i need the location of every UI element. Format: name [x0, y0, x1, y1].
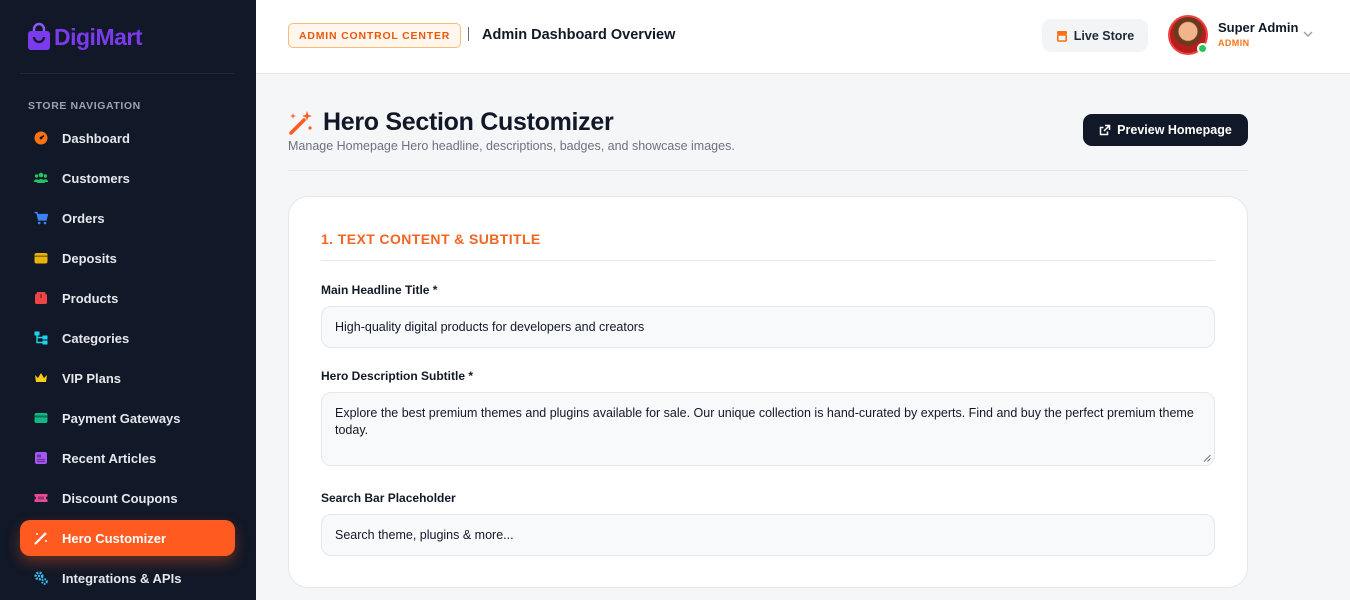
external-link-icon [1099, 124, 1111, 136]
headline-input[interactable]: High-quality digital products for develo… [321, 306, 1215, 348]
search-placeholder-input[interactable]: Search theme, plugins & more... [321, 514, 1215, 556]
sidebar-item-customers[interactable]: Customers [20, 160, 235, 196]
headline-label: Main Headline Title * [321, 283, 438, 297]
preview-homepage-label: Preview Homepage [1117, 123, 1232, 137]
live-store-button[interactable]: Live Store [1042, 19, 1148, 52]
credit-card-icon [34, 413, 48, 423]
sidebar-item-discount-coupons[interactable]: Discount Coupons [20, 480, 235, 516]
text-content-card: 1. TEXT CONTENT & SUBTITLE Main Headline… [288, 196, 1248, 588]
sidebar-item-products[interactable]: Products [20, 280, 235, 316]
preview-homepage-button[interactable]: Preview Homepage [1083, 114, 1248, 146]
description-textarea[interactable]: Explore the best premium themes and plug… [321, 392, 1215, 466]
sidebar-item-dashboard[interactable]: Dashboard [20, 120, 235, 156]
search-placeholder-label: Search Bar Placeholder [321, 491, 456, 505]
sidebar-item-label: Dashboard [62, 130, 130, 146]
sidebar-item-deposits[interactable]: Deposits [20, 240, 235, 276]
page-subtitle: Manage Homepage Hero headline, descripti… [288, 139, 735, 153]
sidebar-item-label: Orders [62, 210, 105, 226]
section-divider [321, 260, 1215, 261]
box-icon [35, 292, 47, 304]
ticket-icon [34, 494, 48, 502]
sidebar-item-vip-plans[interactable]: VIP Plans [20, 360, 235, 396]
page-title: Hero Section Customizer [323, 108, 614, 136]
magic-wand-icon [289, 110, 312, 135]
user-role: ADMIN [1218, 38, 1250, 48]
sidebar-item-label: Deposits [62, 250, 117, 266]
sidebar-item-label: Discount Coupons [62, 490, 178, 506]
description-text: Explore the best premium themes and plug… [335, 406, 1194, 437]
brand-name: DigiMart [54, 23, 143, 51]
sidebar-item-label: Customers [62, 170, 130, 186]
sidebar-item-label: Recent Articles [62, 450, 157, 466]
title-divider [288, 170, 1248, 171]
sidebar-item-orders[interactable]: Orders [20, 200, 235, 236]
live-store-label: Live Store [1073, 28, 1135, 43]
cart-icon [34, 211, 48, 225]
page-title-row: Hero Section Customizer [288, 108, 614, 137]
sidebar-item-label: Integrations & APIs [62, 570, 182, 586]
section-title: 1. TEXT CONTENT & SUBTITLE [321, 231, 541, 247]
sidebar-item-payment-gateways[interactable]: Payment Gateways [20, 400, 235, 436]
admin-control-badge: ADMIN CONTROL CENTER [288, 23, 462, 48]
sidebar-item-label: VIP Plans [62, 370, 122, 386]
sidebar-item-hero-customizer[interactable]: Hero Customizer [20, 520, 235, 556]
brand-name-part1: Digi [54, 23, 96, 50]
nav-heading: STORE NAVIGATION [28, 100, 141, 112]
sidebar-item-categories[interactable]: Categories [20, 320, 235, 356]
wallet-icon [34, 253, 48, 264]
sidebar-item-label: Payment Gateways [62, 410, 181, 426]
chevron-down-icon[interactable] [1302, 28, 1314, 40]
newspaper-icon [35, 452, 47, 464]
resize-handle-icon[interactable] [1203, 454, 1211, 462]
header-separator [468, 27, 469, 41]
avatar[interactable] [1168, 15, 1208, 55]
crown-icon [35, 373, 47, 382]
sidebar-nav: Dashboard Customers Orders Deposits Prod… [20, 120, 235, 600]
header-title: Admin Dashboard Overview [482, 27, 676, 43]
description-label: Hero Description Subtitle * [321, 369, 474, 383]
top-header: ADMIN CONTROL CENTER Admin Dashboard Ove… [256, 0, 1350, 74]
sidebar-item-label: Categories [62, 330, 130, 346]
online-status-dot [1197, 43, 1208, 54]
sidebar-item-label: Products [62, 290, 119, 306]
cogs-icon [34, 571, 48, 585]
sitemap-icon [34, 331, 48, 345]
sidebar-divider [20, 73, 235, 74]
user-name: Super Admin [1218, 20, 1299, 35]
sidebar: DigiMart STORE NAVIGATION Dashboard Cust… [0, 0, 256, 600]
magic-wand-icon [34, 531, 48, 545]
users-icon [34, 172, 48, 183]
brand-logo[interactable]: DigiMart [26, 22, 143, 52]
gauge-icon [34, 131, 48, 145]
sidebar-item-label: Hero Customizer [62, 530, 167, 546]
shopping-bag-icon [28, 22, 50, 50]
store-icon [1056, 30, 1067, 42]
sidebar-item-integrations-apis[interactable]: Integrations & APIs [20, 560, 235, 596]
brand-name-part2: Mart [95, 23, 143, 50]
sidebar-item-recent-articles[interactable]: Recent Articles [20, 440, 235, 476]
